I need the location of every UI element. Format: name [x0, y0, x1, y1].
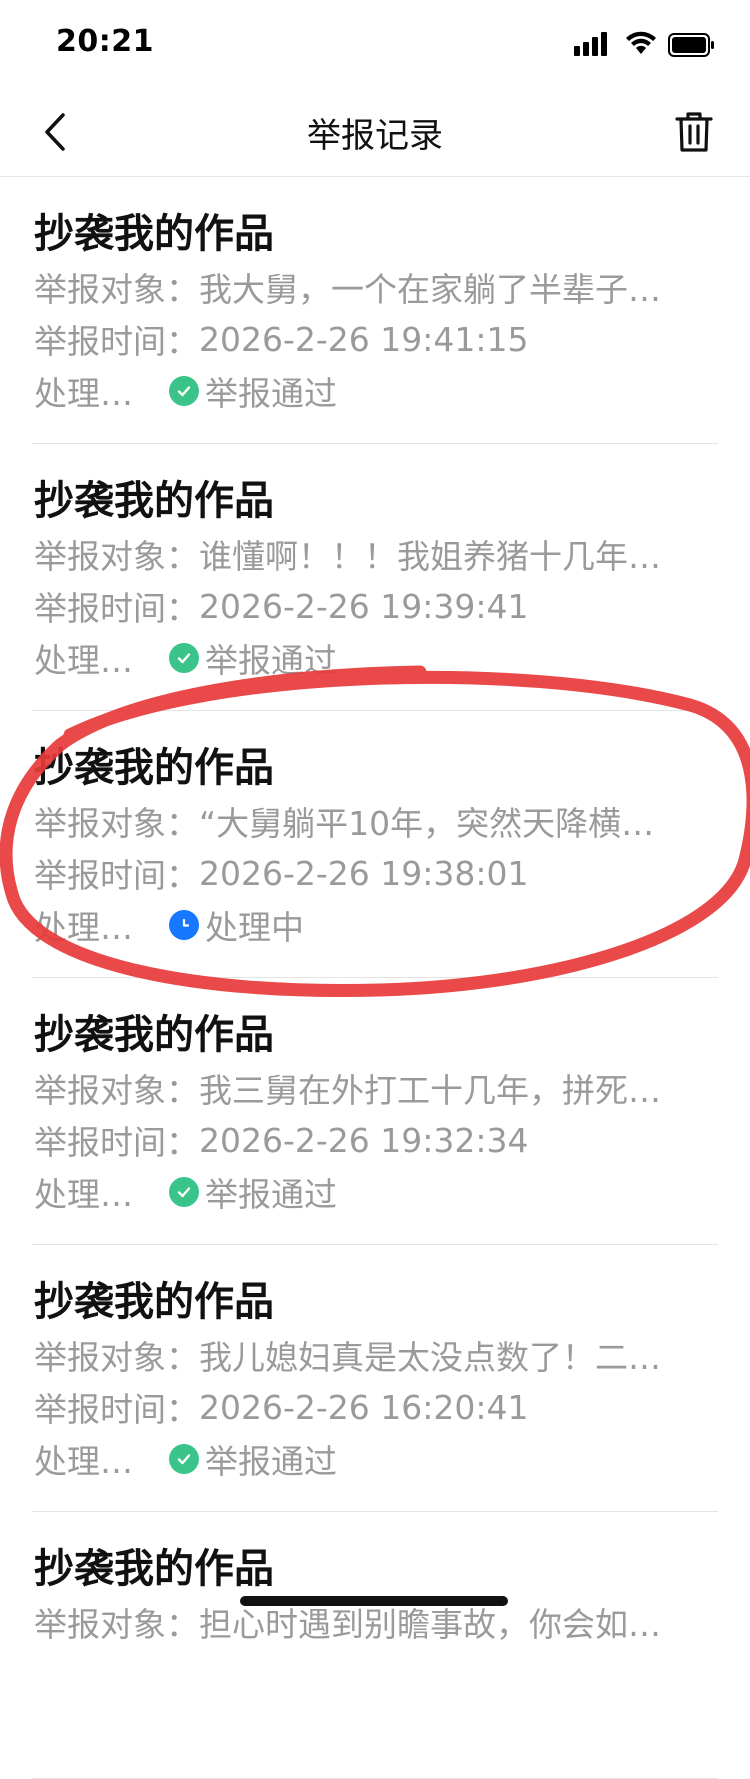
status-text: 处理中	[205, 908, 304, 947]
record-time-row: 举报时间： 2026-2-26 19:41:15	[34, 315, 528, 363]
status-bar: 20:21	[0, 0, 750, 90]
report-record-item[interactable]: 抄袭我的作品 举报对象： 谁懂啊！！！我姐养猪十几年… 举报时间： 2026-2…	[32, 444, 718, 711]
nav-bar: 举报记录	[0, 90, 750, 177]
target-value: 谁懂啊！！！我姐养猪十几年…	[199, 537, 661, 576]
record-status-row: 处理… 举报通过	[34, 1435, 337, 1483]
record-time-row: 举报时间： 2026-2-26 16:20:41	[34, 1383, 528, 1431]
time-value: 2026-2-26 19:32:34	[199, 1120, 529, 1160]
target-value: “大舅躺平10年，突然天降横…	[199, 804, 655, 843]
delete-button[interactable]	[664, 102, 724, 162]
status-text: 举报通过	[205, 641, 337, 680]
time-label: 举报时间：	[34, 856, 199, 895]
target-label: 举报对象：	[34, 1338, 199, 1377]
target-value: 我大舅，一个在家躺了半辈子…	[199, 270, 661, 309]
record-title: 抄袭我的作品	[34, 745, 274, 791]
target-value: 我三舅在外打工十几年，拼死…	[199, 1071, 661, 1110]
status-text: 举报通过	[205, 374, 337, 413]
check-circle-icon	[169, 376, 199, 406]
page-title: 举报记录	[307, 116, 443, 156]
status-label: 处理…	[34, 1175, 133, 1214]
record-time-row: 举报时间： 2026-2-26 19:39:41	[34, 582, 528, 630]
time-value: 2026-2-26 19:41:15	[199, 319, 529, 359]
battery-icon	[668, 33, 714, 57]
time-label: 举报时间：	[34, 322, 199, 361]
record-status-row: 处理… 处理中	[34, 901, 304, 949]
record-title: 抄袭我的作品	[34, 1546, 274, 1592]
time-label: 举报时间：	[34, 1390, 199, 1429]
status-label: 处理…	[34, 374, 133, 413]
record-title: 抄袭我的作品	[34, 211, 274, 257]
status-text: 举报通过	[205, 1175, 337, 1214]
target-label: 举报对象：	[34, 270, 199, 309]
status-label: 处理…	[34, 1442, 133, 1481]
report-record-item[interactable]: 抄袭我的作品 举报对象： 担心时遇到别瞻事故，你会如…	[32, 1512, 718, 1779]
signal-icon	[574, 32, 607, 56]
target-value: 我儿媳妇真是太没点数了！二…	[199, 1338, 661, 1377]
report-record-item[interactable]: 抄袭我的作品 举报对象： 我儿媳妇真是太没点数了！二… 举报时间： 2026-2…	[32, 1245, 718, 1512]
status-label: 处理…	[34, 641, 133, 680]
record-time-row: 举报时间： 2026-2-26 19:38:01	[34, 849, 528, 897]
check-circle-icon	[169, 1444, 199, 1474]
record-title: 抄袭我的作品	[34, 1012, 274, 1058]
record-target-row: 举报对象： “大舅躺平10年，突然天降横…	[34, 797, 654, 845]
target-label: 举报对象：	[34, 1071, 199, 1110]
record-target-row: 举报对象： 我大舅，一个在家躺了半辈子…	[34, 263, 661, 311]
record-status-row: 处理… 举报通过	[34, 634, 337, 682]
report-record-item[interactable]: 抄袭我的作品 举报对象： 我三舅在外打工十几年，拼死… 举报时间： 2026-2…	[32, 978, 718, 1245]
record-target-row: 举报对象： 我儿媳妇真是太没点数了！二…	[34, 1331, 661, 1379]
record-status-row: 处理… 举报通过	[34, 1168, 337, 1216]
time-label: 举报时间：	[34, 589, 199, 628]
time-value: 2026-2-26 19:39:41	[199, 586, 529, 626]
status-label: 处理…	[34, 908, 133, 947]
record-status-row: 处理… 举报通过	[34, 367, 337, 415]
time-value: 2026-2-26 16:20:41	[199, 1387, 529, 1427]
check-circle-icon	[169, 643, 199, 673]
record-title: 抄袭我的作品	[34, 478, 274, 524]
report-record-item[interactable]: 抄袭我的作品 举报对象： “大舅躺平10年，突然天降横… 举报时间： 2026-…	[32, 711, 718, 978]
target-label: 举报对象：	[34, 804, 199, 843]
record-time-row: 举报时间： 2026-2-26 19:32:34	[34, 1116, 528, 1164]
check-circle-icon	[169, 1177, 199, 1207]
clock-icon	[169, 910, 199, 940]
time-label: 举报时间：	[34, 1123, 199, 1162]
time-value: 2026-2-26 19:38:01	[199, 853, 529, 893]
record-title: 抄袭我的作品	[34, 1279, 274, 1325]
record-target-row: 举报对象： 我三舅在外打工十几年，拼死…	[34, 1064, 661, 1112]
target-label: 举报对象：	[34, 1605, 199, 1644]
status-text: 举报通过	[205, 1442, 337, 1481]
target-label: 举报对象：	[34, 537, 199, 576]
record-target-row: 举报对象： 谁懂啊！！！我姐养猪十几年…	[34, 530, 661, 578]
trash-icon	[675, 112, 713, 152]
status-time: 20:21	[56, 24, 154, 59]
wifi-icon	[626, 31, 656, 54]
home-indicator	[240, 1596, 508, 1606]
report-record-item[interactable]: 抄袭我的作品 举报对象： 我大舅，一个在家躺了半辈子… 举报时间： 2026-2…	[32, 177, 718, 444]
report-record-list: 抄袭我的作品 举报对象： 我大舅，一个在家躺了半辈子… 举报时间： 2026-2…	[0, 177, 750, 1779]
